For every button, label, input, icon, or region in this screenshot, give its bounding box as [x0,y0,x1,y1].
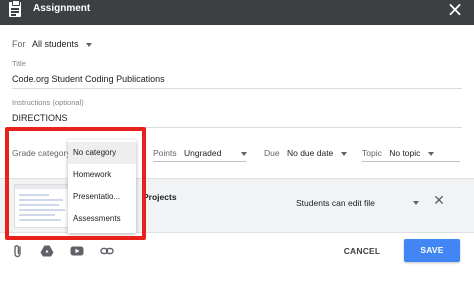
title-input[interactable]: Code.org Student Coding Publications [12,74,165,84]
for-value[interactable]: All students [32,39,79,49]
chevron-down-icon[interactable] [86,42,93,47]
due-value[interactable]: No due date [287,148,333,158]
chevron-down-icon[interactable] [413,201,419,205]
dialog-header: Assignment × [0,0,474,25]
paperclip-icon[interactable] [11,244,25,258]
cancel-button[interactable]: CANCEL [338,242,386,260]
link-icon[interactable] [100,244,114,258]
highlight-box [5,127,146,240]
points-selector[interactable]: Points Ungraded [153,148,247,158]
attachment-name[interactable]: Projects [143,192,177,202]
points-value[interactable]: Ungraded [184,148,221,158]
topic-underline [362,161,460,162]
for-selector[interactable]: For All students [12,39,93,49]
title-underline [12,88,462,89]
save-button[interactable]: SAVE [404,239,460,262]
instructions-input[interactable]: DIRECTIONS [12,113,68,123]
chevron-down-icon[interactable] [340,151,347,156]
points-underline [153,161,246,162]
chevron-down-icon[interactable] [427,151,434,156]
close-icon[interactable]: ✕ [431,193,447,209]
youtube-icon[interactable] [70,244,84,258]
close-icon[interactable]: × [444,0,466,20]
due-label: Due [264,148,280,158]
assignment-icon [9,0,21,17]
for-label: For [12,39,26,49]
due-selector[interactable]: Due No due date [264,148,347,158]
google-drive-icon[interactable] [40,244,54,258]
permission-select[interactable]: Students can edit file [296,198,375,208]
chevron-down-icon[interactable] [240,151,247,156]
instructions-label: Instructions (optional) [12,98,84,107]
topic-selector[interactable]: Topic No topic [362,148,434,158]
points-label: Points [153,148,177,158]
topic-label: Topic [362,148,382,158]
dialog-title: Assignment [33,3,91,14]
title-label: Title [12,59,26,68]
topic-value[interactable]: No topic [389,148,420,158]
